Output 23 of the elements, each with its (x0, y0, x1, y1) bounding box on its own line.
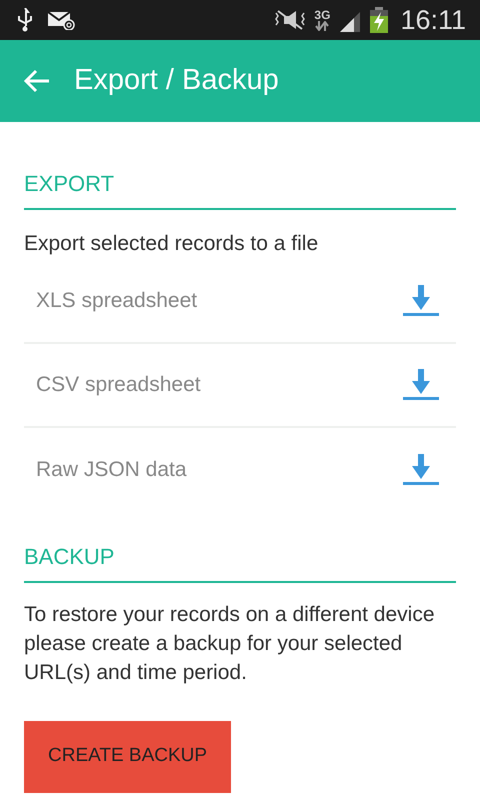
mute-icon (274, 9, 306, 31)
backup-description: To restore your records on a different device please create a backup for your selected URL(s) and time period. (24, 602, 436, 686)
export-option[interactable]: CSV spreadsheet (24, 344, 456, 428)
export-option[interactable]: Raw JSON data (24, 428, 456, 512)
download-icon[interactable] (402, 368, 440, 400)
option-label: XLS spreadsheet (36, 288, 198, 314)
export-option[interactable]: XLS spreadsheet (24, 260, 456, 344)
section-subtitle: Export selected records to a file (24, 231, 320, 257)
battery-icon (370, 7, 388, 33)
download-icon[interactable] (402, 284, 440, 316)
status-time: 16:11 (400, 4, 466, 37)
back-arrow-icon[interactable] (24, 69, 50, 93)
email-icon (48, 10, 75, 30)
network-type: 3G (314, 9, 330, 21)
option-label: Raw JSON data (36, 456, 187, 483)
option-label: CSV spreadsheet (36, 372, 201, 398)
data-arrows-icon (315, 21, 330, 31)
section-heading: BACKUP (24, 540, 456, 582)
create-backup-button[interactable]: CREATE BACKUP (24, 720, 232, 792)
section-heading: EXPORT (24, 167, 456, 210)
download-icon[interactable] (402, 454, 440, 486)
screen-title: Export / Backup (74, 63, 279, 98)
usb-icon (18, 8, 32, 32)
